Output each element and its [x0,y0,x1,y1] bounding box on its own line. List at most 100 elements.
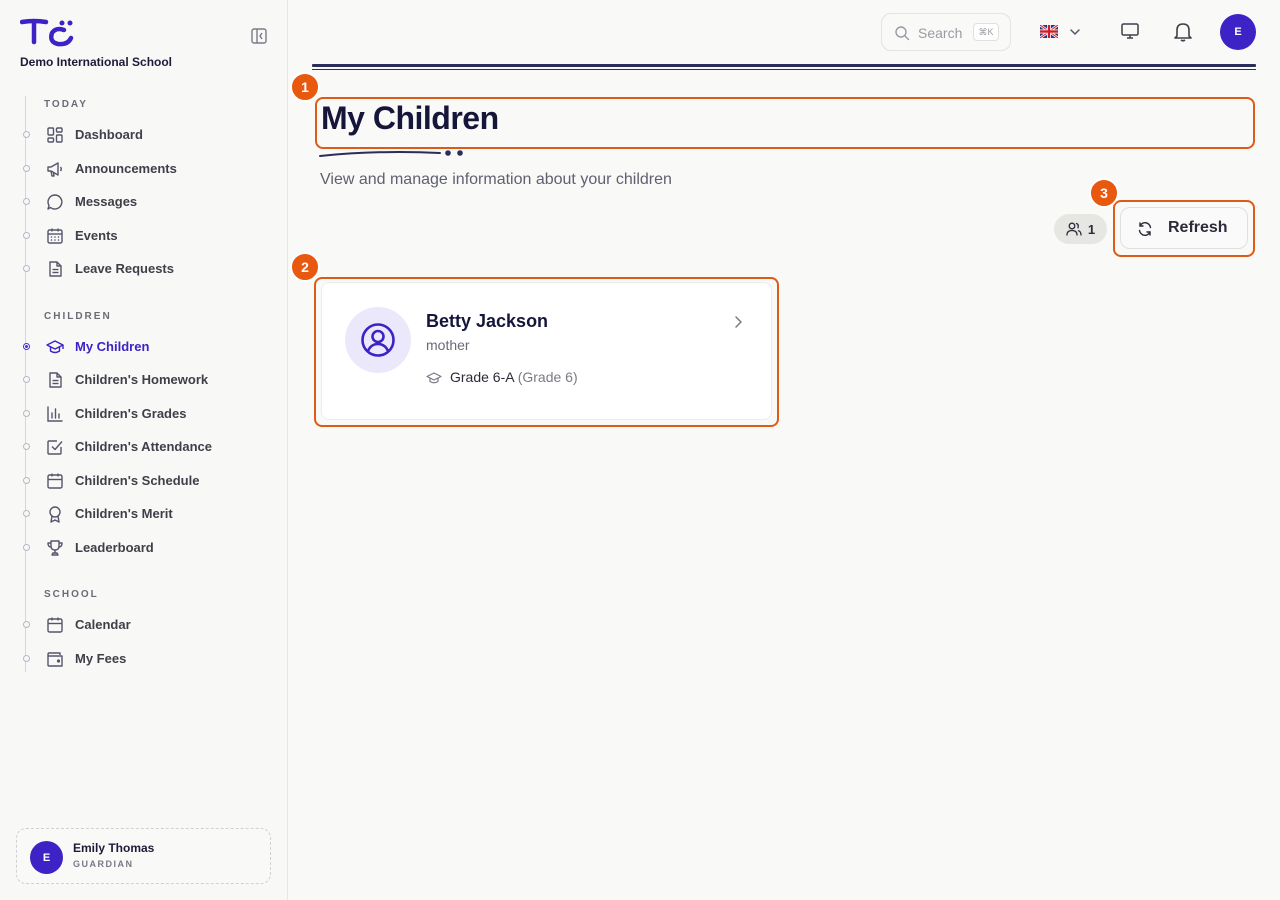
timeline-dot [23,131,30,138]
sidebar-item-label: Leaderboard [75,540,154,555]
child-class: Grade 6-A [450,369,514,385]
calendar-icon [47,617,63,633]
sidebar-item-childrens-grades[interactable]: Children's Grades [20,399,270,429]
wallet-icon [47,652,63,667]
sidebar-item-label: Leave Requests [75,261,174,276]
search-shortcut-badge: ⌘K [973,23,999,41]
sidebar-item-my-children[interactable]: My Children [20,332,270,362]
document-icon [49,261,62,277]
child-grade: Grade 6-A (Grade 6) [450,369,578,385]
school-name: Demo International School [20,55,173,69]
chat-bubble-icon [47,194,63,210]
user-name: Emily Thomas [73,841,155,855]
collapse-sidebar-icon[interactable] [250,27,268,45]
school-logo [20,18,74,47]
section-label-school: SCHOOL [44,589,99,600]
annotation-marker-1: 1 [290,72,320,102]
search-input[interactable]: Search ⌘K [881,13,1011,51]
sidebar-item-label: Events [75,228,118,243]
annotation-marker-2: 2 [290,252,320,282]
language-selector[interactable] [1032,20,1088,44]
timeline-dot [23,265,30,272]
megaphone-icon [47,162,62,177]
refresh-icon [1138,222,1152,236]
sidebar-item-childrens-homework[interactable]: Children's Homework [20,365,270,395]
timeline-dot [23,376,30,383]
children-count: 1 [1087,221,1096,237]
monitor-icon[interactable] [1120,21,1140,41]
timeline-dot [23,544,30,551]
child-card[interactable]: Betty Jackson mother Grade 6-A (Grade 6) [321,282,772,420]
sidebar-item-my-fees[interactable]: My Fees [20,644,270,674]
child-avatar [345,307,411,373]
user-circle-icon [361,323,395,357]
document-icon [49,372,62,388]
graduation-cap-icon [426,372,442,384]
child-grade-level: (Grade 6) [517,369,578,385]
user-profile-card[interactable]: E Emily Thomas GUARDIAN [16,828,271,884]
graduation-cap-icon [46,340,64,354]
sidebar-item-announcements[interactable]: Announcements [20,154,270,184]
timeline-dot [23,232,30,239]
title-underline-decoration [319,150,463,157]
search-placeholder: Search [918,25,963,41]
uk-flag-icon [1040,25,1058,38]
child-name: Betty Jackson [426,311,549,331]
page-title: My Children [321,100,499,136]
timeline-dot [23,198,30,205]
bell-icon[interactable] [1172,20,1194,42]
timeline-dot [23,477,30,484]
sidebar-item-label: Children's Merit [75,506,173,521]
trophy-icon [47,540,63,556]
child-relation: mother [426,337,470,353]
calendar-icon [47,473,63,489]
sidebar: Demo International School TODAY Dashboar… [0,0,288,900]
section-label-children: CHILDREN [44,311,112,322]
sidebar-item-label: Announcements [75,161,177,176]
sidebar-item-events[interactable]: Events [20,221,270,251]
timeline-dot [23,443,30,450]
sidebar-item-label: Children's Attendance [75,439,212,454]
award-icon [49,506,61,523]
sidebar-item-label: Messages [75,194,138,209]
page-subtitle: View and manage information about your c… [320,171,672,188]
sidebar-item-calendar[interactable]: Calendar [20,610,270,640]
annotation-marker-3: 3 [1089,178,1119,208]
sidebar-item-childrens-merit[interactable]: Children's Merit [20,499,270,529]
top-user-avatar[interactable]: E [1220,14,1256,50]
header-divider-thin [312,69,1256,70]
sidebar-item-label: Children's Homework [75,372,209,387]
timeline-dot [23,410,30,417]
sidebar-item-label: My Children [75,339,150,354]
checkbox-icon [47,440,63,455]
avatar: E [30,841,63,874]
chevron-right-icon [735,316,742,328]
calendar-grid-icon [47,228,63,244]
timeline-dot-active [23,343,30,350]
chevron-down-icon [1070,29,1080,35]
sidebar-item-label: Dashboard [75,127,143,142]
timeline-dot [23,165,30,172]
sidebar-item-label: Calendar [75,617,131,632]
sidebar-item-leave-requests[interactable]: Leave Requests [20,254,270,284]
user-role: GUARDIAN [73,859,134,869]
refresh-button[interactable]: Refresh [1120,207,1248,249]
children-count-badge: 1 [1054,214,1107,244]
sidebar-item-label: Children's Schedule [75,473,200,488]
timeline-dot [23,655,30,662]
sidebar-item-childrens-attendance[interactable]: Children's Attendance [20,432,270,462]
refresh-button-label: Refresh [1168,219,1228,236]
bar-chart-icon [47,406,63,422]
users-icon [1066,222,1082,236]
timeline-dot [23,510,30,517]
sidebar-item-dashboard[interactable]: Dashboard [20,120,270,150]
search-icon [895,26,910,41]
dashboard-icon [47,127,63,143]
sidebar-item-label: Children's Grades [75,406,187,421]
sidebar-item-label: My Fees [75,651,127,666]
sidebar-item-messages[interactable]: Messages [20,187,270,217]
header-divider [312,64,1256,67]
section-label-today: TODAY [44,99,88,110]
sidebar-item-childrens-schedule[interactable]: Children's Schedule [20,466,270,496]
sidebar-item-leaderboard[interactable]: Leaderboard [20,533,270,563]
